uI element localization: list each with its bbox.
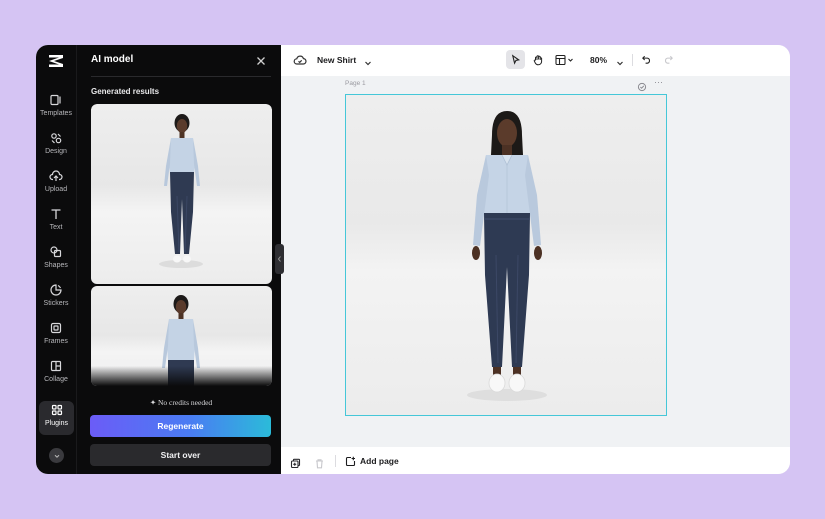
capcut-logo[interactable] (46, 51, 66, 71)
model-image (467, 111, 547, 401)
undo-icon (642, 55, 651, 64)
section-label: Generated results (91, 87, 160, 96)
stickers-icon (49, 283, 63, 297)
duplicate-page-icon[interactable] (290, 456, 301, 469)
trash-icon[interactable] (314, 456, 325, 469)
select-tool-button[interactable] (506, 50, 525, 69)
templates-icon (49, 93, 63, 107)
sidebar-item-label: Frames (44, 338, 68, 345)
chevron-left-icon (277, 256, 281, 262)
chevron-down-icon[interactable] (363, 55, 373, 66)
model-image (159, 114, 203, 268)
results-fade (91, 366, 272, 386)
document-title[interactable]: New Shirt (317, 55, 356, 65)
sidebar-item-upload[interactable]: Upload (36, 167, 76, 201)
undo-button[interactable] (637, 50, 656, 69)
editor-window: Templates Design Upload Text Shapes Stic… (36, 45, 790, 474)
sidebar-item-shapes[interactable]: Shapes (36, 243, 76, 277)
toolbar-divider (335, 455, 336, 467)
sidebar-item-label: Shapes (44, 262, 68, 269)
design-icon (49, 131, 63, 145)
text-icon (49, 207, 63, 221)
generated-results-list[interactable] (91, 104, 272, 386)
layout-menu-button[interactable] (553, 50, 577, 69)
plugins-icon (50, 403, 64, 417)
canvas-page[interactable] (345, 94, 667, 416)
more-options-icon[interactable]: ··· (654, 78, 666, 88)
regenerate-button[interactable]: Regenerate (90, 415, 271, 437)
redo-button[interactable] (659, 50, 678, 69)
top-toolbar: New Shirt 80% (281, 45, 790, 76)
add-page-icon (345, 456, 356, 466)
shapes-icon (49, 245, 63, 259)
sidebar-item-label: Collage (44, 376, 68, 383)
credits-note: ✦ No credits needed (149, 398, 213, 407)
sidebar-item-label: Text (49, 224, 63, 231)
cloud-icon[interactable] (293, 53, 307, 67)
sidebar-item-design[interactable]: Design (36, 129, 76, 163)
sidebar-item-label: Stickers (43, 300, 69, 307)
add-page-label: Add page (360, 456, 399, 466)
hand-tool-button[interactable] (528, 50, 547, 69)
zoom-level[interactable]: 80% (590, 55, 607, 65)
result-thumbnail[interactable] (91, 104, 272, 284)
panel-divider (91, 76, 271, 77)
ai-model-panel: AI model Generated results ✦ No credits … (76, 45, 281, 474)
hand-icon (533, 54, 542, 65)
layout-icon (555, 54, 573, 65)
bottom-toolbar: Add page (281, 447, 790, 474)
page-label: Page 1 (345, 80, 366, 87)
sidebar-item-frames[interactable]: Frames (36, 319, 76, 353)
sidebar-item-text[interactable]: Text (36, 205, 76, 239)
chevron-down-icon (54, 454, 59, 458)
close-icon[interactable] (255, 54, 267, 66)
upload-icon (49, 169, 63, 183)
frames-icon (49, 321, 63, 335)
sidebar-item-label: Templates (40, 110, 72, 117)
ai-edit-icon[interactable] (637, 79, 647, 92)
panel-title: AI model (91, 54, 134, 65)
sidebar-item-label: Design (45, 148, 67, 155)
toolbar-divider (632, 54, 633, 66)
collage-icon (49, 359, 63, 373)
sidebar-item-collage[interactable]: Collage (36, 357, 76, 391)
sidebar-item-templates[interactable]: Templates (36, 91, 76, 125)
panel-collapse-handle[interactable] (275, 244, 284, 274)
sidebar-item-label: Plugins (45, 420, 68, 427)
sidebar-item-label: Upload (44, 186, 68, 193)
redo-icon (664, 55, 673, 64)
sidebar-item-stickers[interactable]: Stickers (36, 281, 76, 315)
sidebar-item-plugins[interactable]: Plugins (39, 401, 74, 435)
start-over-button[interactable]: Start over (90, 444, 271, 466)
more-tools-button[interactable] (49, 448, 64, 463)
add-page-button[interactable]: Add page (345, 455, 399, 467)
chevron-down-icon[interactable] (615, 55, 625, 66)
left-rail: Templates Design Upload Text Shapes Stic… (36, 45, 76, 474)
cursor-icon (511, 54, 521, 65)
